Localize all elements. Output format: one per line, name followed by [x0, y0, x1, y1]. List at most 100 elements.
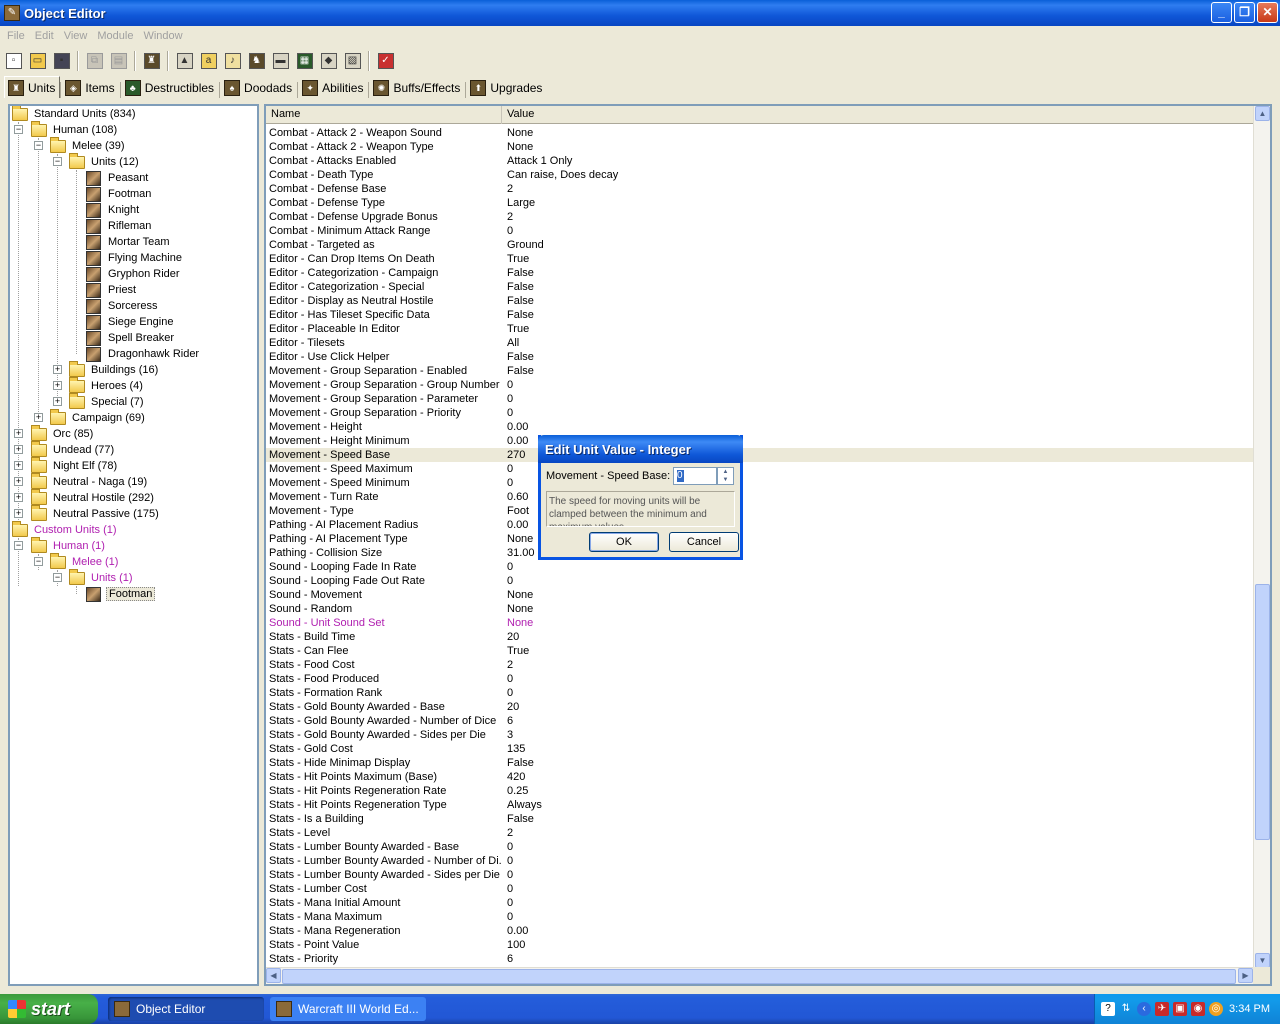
property-value-cell[interactable]: 0 — [502, 882, 513, 896]
table-row[interactable]: Stats - Gold Cost 135 — [266, 742, 1254, 756]
property-value-cell[interactable]: False — [502, 308, 534, 322]
property-value-cell[interactable]: None — [502, 588, 533, 602]
property-value-cell[interactable]: 2 — [502, 658, 513, 672]
table-row[interactable]: Movement - Group Separation - Parameter 0 — [266, 392, 1254, 406]
table-row[interactable]: Stats - Lumber Bounty Awarded - Base 0 — [266, 840, 1254, 854]
table-row[interactable]: Movement - Group Separation - Priority 0 — [266, 406, 1254, 420]
region-icon[interactable]: ▦ — [293, 50, 316, 72]
property-grid[interactable]: Name Value Combat - Attack 2 - Weapon So… — [264, 104, 1272, 986]
property-value-cell[interactable]: 0.00 — [502, 518, 528, 532]
tree-node-melee[interactable]: Melee (39) — [50, 136, 127, 154]
property-value-cell[interactable]: False — [502, 364, 534, 378]
property-value-cell[interactable]: None — [502, 126, 533, 140]
tab-items[interactable]: ◈ Items — [61, 78, 119, 98]
property-value-cell[interactable]: 0 — [502, 896, 513, 910]
property-value-cell[interactable]: False — [502, 756, 534, 770]
table-row[interactable]: Stats - Hit Points Regeneration Type Alwa… — [266, 798, 1254, 812]
property-value-cell[interactable]: 100 — [502, 938, 525, 952]
expand-icon[interactable]: + — [14, 477, 23, 486]
table-row[interactable]: Editor - Use Click Helper False — [266, 350, 1254, 364]
table-row[interactable]: Sound - Unit Sound Set None — [266, 616, 1254, 630]
property-value-cell[interactable]: 0 — [502, 854, 513, 868]
property-value-cell[interactable]: 0 — [502, 840, 513, 854]
table-row[interactable]: Stats - Build Time 20 — [266, 630, 1254, 644]
tree-node-night-elf[interactable]: Night Elf (78) — [31, 456, 119, 474]
table-row[interactable]: Stats - Food Produced 0 — [266, 672, 1254, 686]
tree-unit-dragonhawk-rider[interactable]: Dragonhawk Rider — [86, 346, 201, 362]
tree-node-undead[interactable]: Undead (77) — [31, 440, 116, 458]
table-row[interactable]: Stats - Level 2 — [266, 826, 1254, 840]
property-value-cell[interactable]: Large — [502, 196, 535, 210]
table-row[interactable]: Stats - Gold Bounty Awarded - Base 20 — [266, 700, 1254, 714]
table-row[interactable]: Stats - Point Value 100 — [266, 938, 1254, 952]
test-map-icon[interactable]: ✓ — [374, 50, 397, 72]
property-value-cell[interactable]: Ground — [502, 238, 544, 252]
tree-node-neutral-naga[interactable]: Neutral - Naga (19) — [31, 472, 149, 490]
menu-edit[interactable]: Edit — [30, 30, 59, 42]
table-row[interactable]: Stats - Gold Bounty Awarded - Sides per … — [266, 728, 1254, 742]
horizontal-scrollbar[interactable]: ◀ ▶ — [266, 967, 1254, 984]
table-row[interactable]: Sound - Movement None — [266, 588, 1254, 602]
table-row[interactable]: Pathing - Collision Size 31.00 — [266, 546, 1254, 560]
property-value-cell[interactable]: None — [502, 602, 533, 616]
tree-unit-priest[interactable]: Priest — [86, 282, 138, 298]
cancel-button[interactable]: Cancel — [669, 532, 739, 552]
table-row[interactable]: Stats - Lumber Bounty Awarded - Sides pe… — [266, 868, 1254, 882]
property-value-cell[interactable]: 0.60 — [502, 490, 528, 504]
copy-icon[interactable]: ⧉ — [83, 50, 106, 72]
property-value-cell[interactable]: False — [502, 350, 534, 364]
tab-buffs-effects[interactable]: ✺ Buffs/Effects — [369, 78, 465, 98]
property-value-cell[interactable]: 270 — [502, 448, 525, 462]
table-row[interactable]: Stats - Hide Minimap Display False — [266, 756, 1254, 770]
tab-doodads[interactable]: ♠ Doodads — [220, 78, 297, 98]
property-value-cell[interactable]: 6 — [502, 714, 513, 728]
scroll-right-icon[interactable]: ▶ — [1238, 968, 1253, 983]
table-row[interactable]: Editor - Has Tileset Specific Data False — [266, 308, 1254, 322]
spin-down-icon[interactable]: ▼ — [718, 476, 733, 484]
property-value-cell[interactable]: Can raise, Does decay — [502, 168, 618, 182]
property-value-cell[interactable]: None — [502, 140, 533, 154]
expand-icon[interactable]: + — [14, 509, 23, 518]
property-value-cell[interactable]: 0.00 — [502, 420, 528, 434]
tree-unit-rifleman[interactable]: Rifleman — [86, 218, 153, 234]
tree-node-human[interactable]: Human (108) — [31, 120, 119, 138]
tray-app-icon[interactable]: ◉ — [1191, 1002, 1205, 1016]
table-row[interactable]: Stats - Mana Regeneration 0.00 — [266, 924, 1254, 938]
table-row[interactable]: Sound - Random None — [266, 602, 1254, 616]
table-row[interactable]: Stats - Food Cost 2 — [266, 658, 1254, 672]
tab-upgrades[interactable]: ⬆ Upgrades — [466, 78, 547, 98]
property-value-cell[interactable]: True — [502, 322, 529, 336]
property-value-cell[interactable]: None — [502, 532, 533, 546]
table-row[interactable]: Movement - Height 0.00 — [266, 420, 1254, 434]
speed-base-input[interactable]: 0 — [673, 467, 717, 485]
property-value-cell[interactable]: True — [502, 644, 529, 658]
table-row[interactable]: Editor - Display as Neutral Hostile False — [266, 294, 1254, 308]
table-row[interactable]: Stats - Hit Points Maximum (Base) 420 — [266, 770, 1254, 784]
tree-node-units[interactable]: Units (12) — [69, 152, 141, 170]
task-world-editor[interactable]: Warcraft III World Ed... — [270, 997, 426, 1021]
collapse-icon[interactable]: − — [34, 557, 43, 566]
property-value-cell[interactable]: 0 — [502, 392, 513, 406]
table-row[interactable]: Movement - Turn Rate 0.60 — [266, 490, 1254, 504]
menu-module[interactable]: Module — [92, 30, 138, 42]
import-icon[interactable]: ◆ — [317, 50, 340, 72]
scroll-down-icon[interactable]: ▼ — [1255, 953, 1270, 968]
property-value-cell[interactable]: None — [502, 616, 533, 630]
table-row[interactable]: Movement - Height Minimum 0.00 — [266, 434, 1254, 448]
property-value-cell[interactable]: 0 — [502, 910, 513, 924]
table-row[interactable]: Stats - Hit Points Regeneration Rate 0.25 — [266, 784, 1254, 798]
property-value-cell[interactable]: 20 — [502, 630, 519, 644]
tab-abilities[interactable]: ✦ Abilities — [298, 78, 368, 98]
vertical-scroll-thumb[interactable] — [1255, 584, 1270, 840]
terrain-icon[interactable]: ▲ — [173, 50, 196, 72]
property-value-cell[interactable]: 135 — [502, 742, 525, 756]
column-header-name[interactable]: Name — [266, 106, 502, 124]
object-tree[interactable]: Standard Units (834) Human (108) − Melee… — [8, 104, 259, 986]
column-header-value[interactable]: Value — [502, 106, 1254, 124]
table-row[interactable]: Movement - Type Foot — [266, 504, 1254, 518]
unit-icon[interactable]: ♜ — [140, 50, 163, 72]
value-spinner[interactable]: ▲ ▼ — [717, 467, 734, 485]
tree-unit-footman[interactable]: Footman — [86, 186, 153, 202]
table-row[interactable]: Editor - Can Drop Items On Death True — [266, 252, 1254, 266]
property-value-cell[interactable]: 3 — [502, 728, 513, 742]
